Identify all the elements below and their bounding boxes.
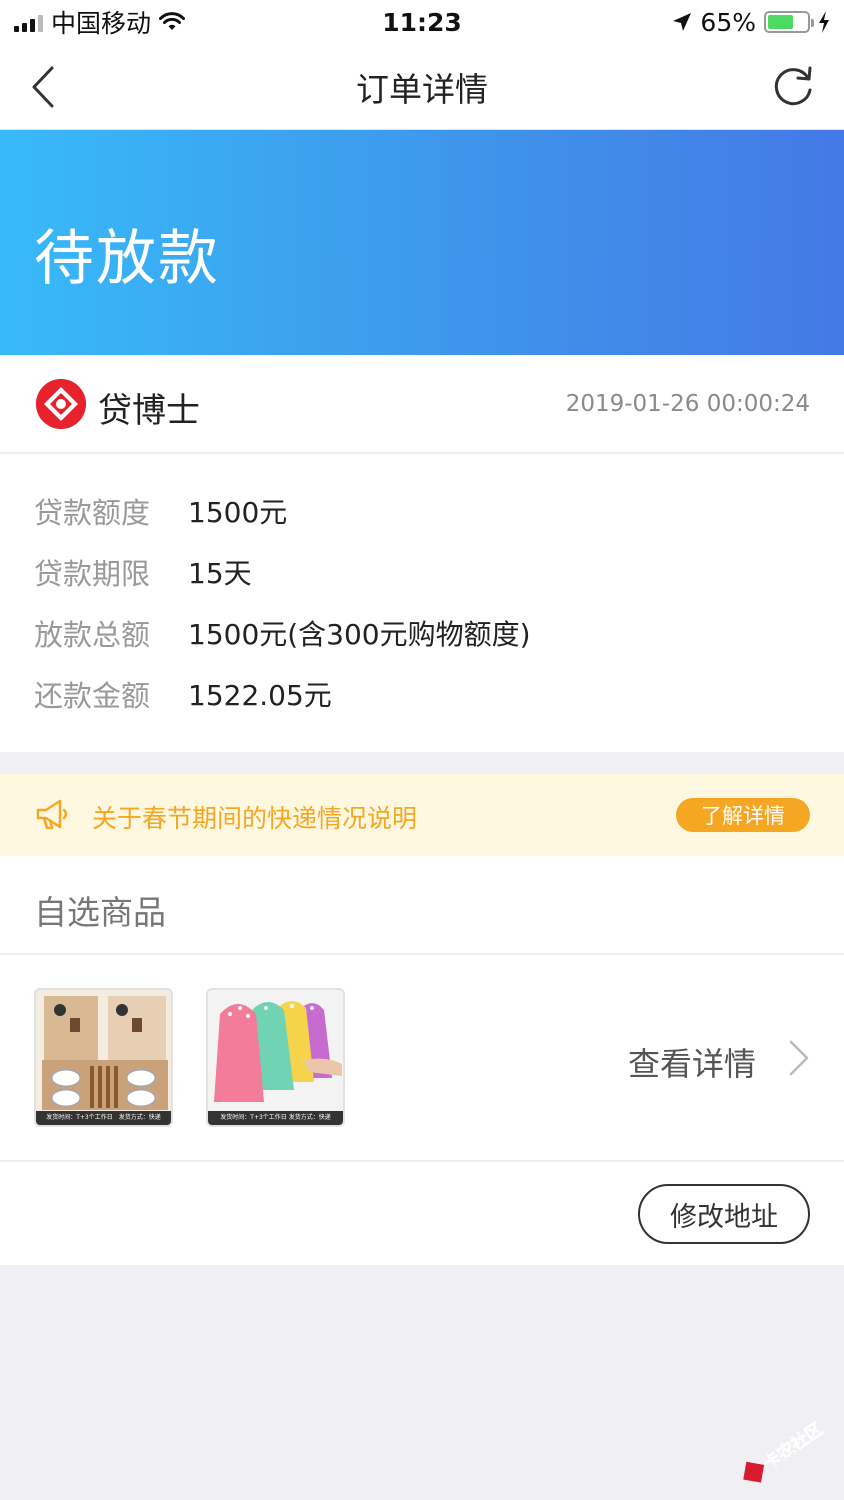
product-thumbnail-tableware[interactable]: 发货时间：T+3个工作日 发货方式：快递 — [34, 988, 173, 1127]
notice-text: 关于春节期间的快递情况说明 — [92, 804, 418, 833]
status-left: 中国移动 — [14, 4, 186, 40]
detail-row-loan-amount: 贷款额度 1500元 — [34, 491, 287, 531]
status-bar: 中国移动 11:23 65% — [0, 0, 844, 44]
product-thumbnail-towel[interactable]: 发货时间：T+3个工作日 发货方式：快递 — [206, 988, 345, 1127]
watermark-logo: 卡农社区 — [743, 1418, 827, 1483]
carrier-label: 中国移动 — [51, 9, 152, 38]
tableware-set-image — [36, 990, 171, 1115]
merchant-name: 贷博士 — [98, 391, 200, 431]
detail-row-repayment-amount: 还款金额 1522.05元 — [34, 674, 332, 714]
detail-value: 1522.05元 — [188, 679, 332, 712]
goods-section-header: 自选商品 — [0, 856, 844, 954]
order-timestamp: 2019-01-26 00:00:24 — [565, 391, 810, 417]
status-right: 65% — [672, 8, 830, 37]
detail-row-loan-term: 贷款期限 15天 — [34, 552, 252, 592]
detail-value: 1500元(含300元购物额度) — [188, 618, 531, 651]
svg-text:卡农社区: 卡农社区 — [759, 1418, 827, 1474]
page-title: 订单详情 — [356, 69, 488, 109]
address-row: 修改地址 — [0, 1162, 844, 1265]
detail-label: 贷款期限 — [34, 557, 151, 591]
view-details-link[interactable]: 查看详情 — [628, 1039, 756, 1085]
notice-bar[interactable]: 关于春节期间的快递情况说明 了解详情 — [0, 774, 844, 856]
detail-row-disbursement-total: 放款总额 1500元(含300元购物额度) — [34, 613, 531, 653]
refresh-icon[interactable] — [770, 64, 816, 110]
detail-label: 放款总额 — [34, 618, 151, 652]
order-status-text: 待放款 — [34, 224, 220, 294]
detail-label: 贷款额度 — [34, 496, 151, 530]
product-caption: 发货时间：T+3个工作日 发货方式：快递 — [36, 1111, 171, 1125]
battery-percent: 65% — [700, 7, 756, 37]
merchant-row: 贷博士 2019-01-26 00:00:24 — [0, 355, 844, 453]
learn-more-button[interactable]: 了解详情 — [676, 798, 810, 832]
megaphone-icon — [36, 799, 68, 830]
charging-bolt-icon — [819, 11, 829, 33]
nav-bar: 订单详情 — [0, 44, 844, 130]
battery-icon — [764, 11, 814, 33]
battery-fill — [768, 15, 793, 29]
merchant-logo-icon — [36, 379, 86, 429]
goods-row[interactable]: 发货时间：T+3个工作日 发货方式：快递 发货时间：T+3个工作日 发货方式：快… — [0, 955, 844, 1161]
hand-towel-image — [208, 990, 343, 1115]
location-arrow-icon — [673, 13, 692, 31]
edit-address-button[interactable]: 修改地址 — [638, 1184, 810, 1244]
order-status-banner: 待放款 — [0, 130, 844, 355]
detail-value: 1500元 — [188, 496, 288, 529]
goods-section-title: 自选商品 — [34, 893, 166, 932]
chevron-right-icon[interactable] — [788, 1039, 810, 1077]
back-chevron-icon[interactable] — [26, 64, 66, 110]
detail-value: 15天 — [188, 557, 252, 590]
loan-details: 贷款额度 1500元 贷款期限 15天 放款总额 1500元(含300元购物额度… — [0, 454, 844, 752]
wifi-icon — [159, 12, 186, 30]
status-time: 11:23 — [382, 7, 462, 37]
signal-icon — [14, 12, 43, 32]
detail-label: 还款金额 — [34, 679, 151, 713]
product-caption: 发货时间：T+3个工作日 发货方式：快递 — [208, 1111, 343, 1125]
